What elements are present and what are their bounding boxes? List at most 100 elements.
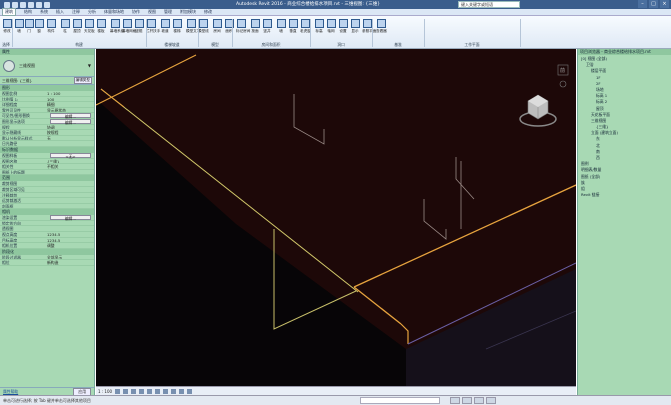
reveal-hidden-icon[interactable] xyxy=(187,388,193,394)
property-value[interactable]: 按规程 xyxy=(47,130,94,135)
property-edit-button[interactable]: 编辑... xyxy=(50,113,91,119)
property-value[interactable] xyxy=(47,141,94,146)
property-value[interactable]: 100 xyxy=(47,97,94,102)
ribbon-button[interactable]: 轴网 xyxy=(326,19,336,39)
ribbon-button[interactable]: 栏杆扶手 xyxy=(146,19,160,39)
ribbon-button[interactable]: 窗 xyxy=(34,19,44,39)
ribbon-button[interactable]: 墙 xyxy=(276,19,286,39)
hide-isolate-icon[interactable] xyxy=(179,388,185,394)
minimize-icon[interactable]: – xyxy=(638,0,647,8)
ribbon-tab[interactable]: 分析 xyxy=(88,9,96,15)
show-crop-icon[interactable] xyxy=(163,388,169,394)
ribbon-button[interactable]: 坡道 xyxy=(160,19,170,39)
property-value[interactable] xyxy=(47,221,94,226)
property-value[interactable]: 1234.5 xyxy=(47,232,94,237)
ribbon-tab[interactable]: 建筑 xyxy=(2,8,16,16)
type-selector-value[interactable]: 三维视图: {三维} xyxy=(2,78,72,84)
property-value[interactable] xyxy=(47,198,94,203)
workset-field[interactable] xyxy=(360,397,440,404)
property-value[interactable]: 无 xyxy=(47,136,94,141)
ribbon-button[interactable]: 门 xyxy=(24,19,34,39)
ribbon-tab[interactable]: 管理 xyxy=(164,9,172,15)
viewcube[interactable] xyxy=(519,94,557,127)
ribbon-button[interactable]: 天花板 xyxy=(84,19,95,39)
property-value[interactable]: 1234.5 xyxy=(47,238,94,243)
redo-icon[interactable] xyxy=(36,1,42,8)
ribbon-button[interactable]: 老虎窗 xyxy=(300,19,311,39)
property-value[interactable] xyxy=(47,226,94,231)
property-edit-button[interactable]: 编辑... xyxy=(50,118,91,125)
quick-access-toolbar[interactable] xyxy=(4,1,50,8)
ribbon-tab[interactable]: 系统 xyxy=(40,9,48,15)
render-icon[interactable] xyxy=(147,388,153,394)
3d-viewport[interactable]: 前 xyxy=(96,49,576,386)
ribbon-tab[interactable]: 结构 xyxy=(24,9,32,15)
detail-level-icon[interactable] xyxy=(115,388,121,394)
property-value[interactable]: 新构造 xyxy=(47,260,94,265)
property-value[interactable]: {三维} xyxy=(47,159,94,164)
ribbon-button[interactable]: 按面 xyxy=(250,19,260,39)
editable-only-icon[interactable] xyxy=(450,397,460,404)
ribbon-tab[interactable]: 注释 xyxy=(72,9,80,15)
search-input[interactable]: 键入关键字或短语 xyxy=(458,1,520,8)
ribbon-tab[interactable]: 视图 xyxy=(148,9,156,15)
property-edit-button[interactable]: 编辑... xyxy=(50,215,91,221)
navigation-bar[interactable]: 前 xyxy=(557,64,569,88)
property-value[interactable] xyxy=(47,193,94,198)
save-icon[interactable] xyxy=(20,1,26,8)
ribbon-button[interactable]: 竖梃 xyxy=(134,19,144,39)
ribbon-button[interactable]: 标高 xyxy=(314,19,324,39)
property-value[interactable]: 显示原状态 xyxy=(47,108,94,113)
ribbon-button[interactable]: 房间 xyxy=(212,19,222,39)
lock-view-icon[interactable] xyxy=(171,388,177,394)
property-value[interactable] xyxy=(47,204,94,209)
ribbon-button[interactable]: 标记房间 xyxy=(236,19,250,39)
maximize-icon[interactable]: □ xyxy=(649,0,658,8)
ribbon-tab[interactable]: 插入 xyxy=(56,9,64,15)
select-underlay-icon[interactable] xyxy=(474,397,484,404)
browser-tree-item[interactable]: Revit 链接 xyxy=(578,192,671,198)
ribbon-button[interactable]: 楼板 xyxy=(96,19,106,39)
property-value[interactable] xyxy=(47,170,94,175)
ribbon-button[interactable]: 修改 xyxy=(2,19,12,39)
type-selector[interactable]: 三维视图 ▼ xyxy=(0,55,94,77)
crop-view-icon[interactable] xyxy=(155,388,161,394)
property-value[interactable]: 调整 xyxy=(47,243,94,248)
select-links-icon[interactable] xyxy=(462,397,472,404)
ribbon-button[interactable]: 构件 xyxy=(46,19,56,39)
visual-style-icon[interactable] xyxy=(123,388,129,394)
ribbon-tab[interactable]: 体量和场地 xyxy=(104,9,124,15)
print-icon[interactable] xyxy=(44,1,50,8)
ribbon-button[interactable]: 查看器 xyxy=(376,19,387,39)
property-value[interactable] xyxy=(47,187,94,192)
ribbon-tab[interactable]: 协作 xyxy=(132,9,140,15)
view-scale[interactable]: 1 : 100 xyxy=(98,389,112,394)
ribbon-button[interactable]: 竖井 xyxy=(262,19,272,39)
properties-help-link[interactable]: 属性帮助 xyxy=(3,389,18,395)
close-icon[interactable]: × xyxy=(660,0,669,8)
ribbon-button[interactable]: 柱 xyxy=(60,19,70,39)
ribbon-button[interactable]: 幕墙网格 xyxy=(122,19,136,39)
property-value[interactable] xyxy=(47,181,94,186)
ribbon-button[interactable]: 模型文字 xyxy=(186,19,200,39)
property-value[interactable]: 不相关 xyxy=(47,164,94,169)
property-value[interactable]: 1 : 100 xyxy=(47,91,94,96)
ribbon-button[interactable]: 幕墙系统 xyxy=(110,19,124,39)
filter-icon[interactable] xyxy=(486,397,496,404)
edit-type-button[interactable]: 编辑类型 xyxy=(73,77,92,84)
chevron-down-icon[interactable]: ▼ xyxy=(88,63,91,68)
property-value[interactable]: 全部显示 xyxy=(47,255,94,260)
app-menu-icon[interactable] xyxy=(4,1,10,8)
property-edit-button[interactable]: <无> xyxy=(50,152,91,159)
property-value[interactable]: 协调 xyxy=(47,125,94,130)
zoom-icon[interactable] xyxy=(559,80,567,88)
ribbon-button[interactable]: 楼梯 xyxy=(172,19,182,39)
ribbon-button[interactable]: 屋顶 xyxy=(72,19,82,39)
ribbon-button[interactable]: 模型线 xyxy=(198,19,209,39)
ribbon-button[interactable]: 垂直 xyxy=(288,19,298,39)
ribbon-tab[interactable]: 修改 xyxy=(204,9,212,15)
open-icon[interactable] xyxy=(12,1,18,8)
ribbon-tab[interactable]: 附加模块 xyxy=(180,9,196,15)
model-canvas[interactable]: 前 xyxy=(96,49,576,386)
ribbon-button[interactable]: 显示 xyxy=(350,19,360,39)
